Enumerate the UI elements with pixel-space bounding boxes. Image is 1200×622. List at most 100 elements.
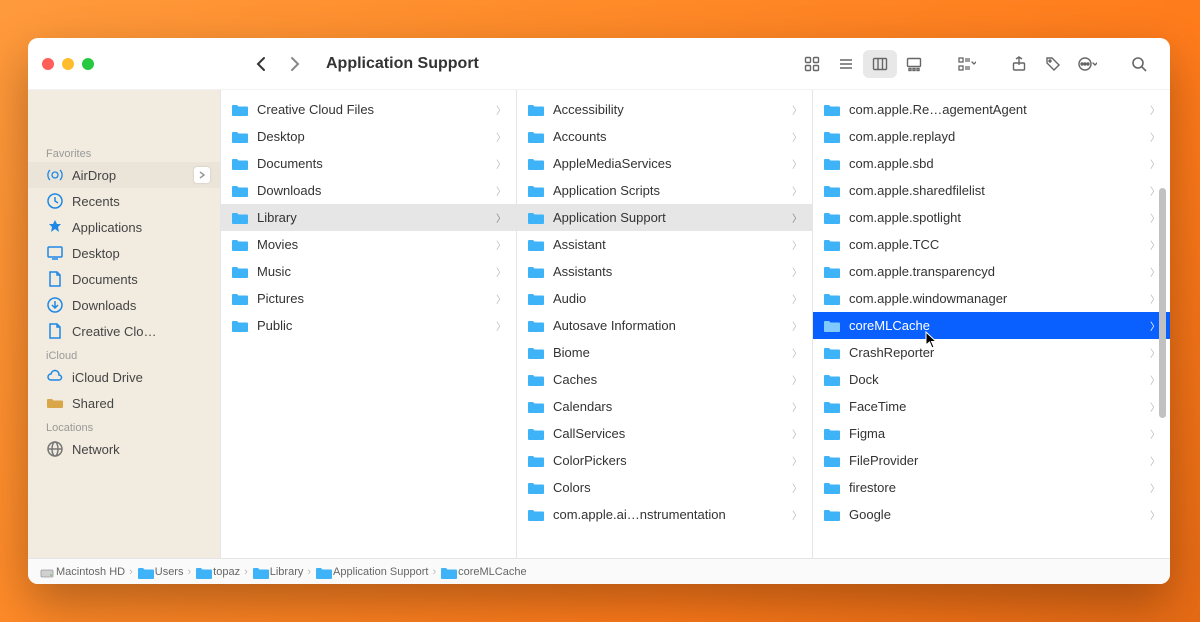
breadcrumb-item[interactable]: topaz [195,566,240,578]
sidebar-item-documents[interactable]: Documents [28,266,220,292]
chevron-right-icon: 〉 [792,129,802,144]
icon-view-button[interactable] [795,50,829,78]
folder-item[interactable]: Public〉 [221,312,516,339]
folder-item[interactable]: Library〉 [221,204,516,231]
folder-item[interactable]: Pictures〉 [221,285,516,312]
folder-item[interactable]: com.apple.Re…agementAgent〉 [813,96,1170,123]
column-2[interactable]: Accessibility〉Accounts〉AppleMediaService… [517,90,813,558]
path-bar: Macintosh HD›Users›topaz›Library›Applica… [28,558,1170,584]
folder-label: Library [257,210,488,225]
folder-item[interactable]: Assistants〉 [517,258,812,285]
folder-item[interactable]: Accessibility〉 [517,96,812,123]
breadcrumb-item[interactable]: coreMLCache [440,566,526,578]
breadcrumb-label: Users [155,566,184,578]
folder-item[interactable]: AppleMediaServices〉 [517,150,812,177]
folder-icon [823,265,841,279]
folder-item[interactable]: FileProvider〉 [813,447,1170,474]
sidebar-item-creative-clo-[interactable]: Creative Clo… [28,318,220,344]
column-view-button[interactable] [863,50,897,78]
scrollbar-thumb[interactable] [1159,188,1166,418]
folder-icon [527,157,545,171]
breadcrumb-separator: › [187,566,191,578]
folder-item[interactable]: Calendars〉 [517,393,812,420]
folder-item[interactable]: Assistant〉 [517,231,812,258]
sidebar-item-recents[interactable]: Recents [28,188,220,214]
folder-item[interactable]: CallServices〉 [517,420,812,447]
folder-icon [823,508,841,522]
folder-icon [527,319,545,333]
folder-label: ColorPickers [553,453,784,468]
folder-item[interactable]: com.apple.spotlight〉 [813,204,1170,231]
sidebar-item-label: Desktop [72,246,120,261]
folder-item[interactable]: CrashReporter〉 [813,339,1170,366]
sidebar-item-applications[interactable]: Applications [28,214,220,240]
breadcrumb-item[interactable]: Application Support [315,566,428,578]
folder-item[interactable]: Google〉 [813,501,1170,528]
folder-icon [195,566,209,577]
folder-item[interactable]: com.apple.sbd〉 [813,150,1170,177]
folder-item[interactable]: Caches〉 [517,366,812,393]
back-button[interactable] [248,50,276,78]
folder-item[interactable]: Accounts〉 [517,123,812,150]
folder-item[interactable]: com.apple.replayd〉 [813,123,1170,150]
folder-item[interactable]: coreMLCache〉 [813,312,1170,339]
folder-item[interactable]: Documents〉 [221,150,516,177]
folder-item[interactable]: Biome〉 [517,339,812,366]
breadcrumb-item[interactable]: Macintosh HD [38,566,125,578]
folder-item[interactable]: Figma〉 [813,420,1170,447]
column-1[interactable]: Creative Cloud Files〉Desktop〉Documents〉D… [221,90,517,558]
folder-item[interactable]: Application Support〉 [517,204,812,231]
folder-icon [823,157,841,171]
folder-item[interactable]: FaceTime〉 [813,393,1170,420]
folder-item[interactable]: Downloads〉 [221,177,516,204]
folder-item[interactable]: Creative Cloud Files〉 [221,96,516,123]
share-button[interactable] [1002,50,1036,78]
folder-icon [231,292,249,306]
breadcrumb-label: topaz [213,566,240,578]
finder-window: Application Support FavoritesAirDropRece… [28,38,1170,584]
sidebar-item-label: Downloads [72,298,136,313]
folder-item[interactable]: Dock〉 [813,366,1170,393]
maximize-button[interactable] [82,58,94,70]
sidebar-item-shared[interactable]: Shared [28,390,220,416]
folder-item[interactable]: Desktop〉 [221,123,516,150]
gallery-view-button[interactable] [897,50,931,78]
folder-item[interactable]: com.apple.sharedfilelist〉 [813,177,1170,204]
list-view-button[interactable] [829,50,863,78]
folder-item[interactable]: Application Scripts〉 [517,177,812,204]
breadcrumb-item[interactable]: Library [252,566,304,578]
column-3[interactable]: com.apple.Re…agementAgent〉com.apple.repl… [813,90,1170,558]
sidebar-item-label: iCloud Drive [72,370,143,385]
sidebar-item-desktop[interactable]: Desktop [28,240,220,266]
action-button[interactable] [1070,50,1104,78]
folder-icon [527,373,545,387]
folder-item[interactable]: com.apple.windowmanager〉 [813,285,1170,312]
minimize-button[interactable] [62,58,74,70]
app-icon [46,218,64,236]
search-button[interactable] [1122,50,1156,78]
folder-item[interactable]: com.apple.ai…nstrumentation〉 [517,501,812,528]
breadcrumb-item[interactable]: Users [137,566,184,578]
forward-button[interactable] [280,50,308,78]
sidebar-item-airdrop[interactable]: AirDrop [28,162,220,188]
folder-item[interactable]: Colors〉 [517,474,812,501]
folder-item[interactable]: Music〉 [221,258,516,285]
folder-item[interactable]: ColorPickers〉 [517,447,812,474]
tags-button[interactable] [1036,50,1070,78]
folder-label: AppleMediaServices [553,156,784,171]
sidebar-item-icloud-drive[interactable]: iCloud Drive [28,364,220,390]
folder-item[interactable]: com.apple.transparencyd〉 [813,258,1170,285]
sidebar-item-downloads[interactable]: Downloads [28,292,220,318]
folder-icon [231,184,249,198]
folder-item[interactable]: Movies〉 [221,231,516,258]
folder-item[interactable]: com.apple.TCC〉 [813,231,1170,258]
folder-item[interactable]: firestore〉 [813,474,1170,501]
breadcrumb-label: Application Support [333,566,428,578]
group-button[interactable] [950,50,984,78]
folder-item[interactable]: Audio〉 [517,285,812,312]
folder-label: com.apple.windowmanager [849,291,1142,306]
folder-item[interactable]: Autosave Information〉 [517,312,812,339]
folder-label: Biome [553,345,784,360]
close-button[interactable] [42,58,54,70]
sidebar-item-network[interactable]: Network [28,436,220,462]
